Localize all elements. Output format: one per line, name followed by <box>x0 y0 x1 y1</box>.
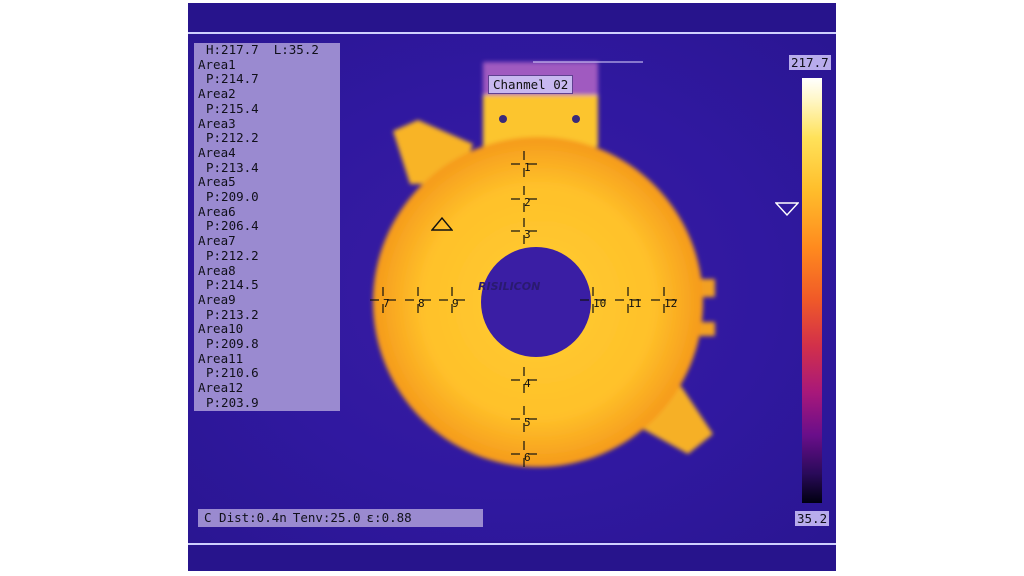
readout-panel: H:217.7 L:35.2 Area1 P:214.7 Area2 P:215… <box>194 42 340 411</box>
area-name: Area4 <box>198 144 236 160</box>
scale-min-label: 35.2 <box>795 511 830 526</box>
area-name: Area10 <box>198 321 244 337</box>
thermal-image-view: Chanmel 02 RISILICON 1 2 3 4 5 6 7 8 9 10 11 12 H:2… <box>188 34 836 541</box>
mount-hole-left <box>499 115 507 123</box>
crosshair-number: 6 <box>524 451 531 464</box>
crosshair-marker: 2 <box>511 186 537 212</box>
area-value: P:214.7 <box>206 71 259 87</box>
distance-readout: C Dist:0.4n <box>204 510 287 525</box>
area-value: P:213.2 <box>206 306 259 322</box>
area-value: P:213.4 <box>206 159 259 175</box>
area-name: Area1 <box>198 56 236 72</box>
crosshair-number: 2 <box>524 196 531 209</box>
crosshair-number: 8 <box>418 297 425 310</box>
crosshair-number: 1 <box>524 161 531 174</box>
core-hole <box>481 247 591 357</box>
area-value: P:210.6 <box>206 365 259 381</box>
area-name: Area11 <box>198 350 244 366</box>
crosshair-number: 5 <box>524 416 531 429</box>
area-name: Area7 <box>198 233 236 249</box>
bottom-border-band <box>188 543 836 571</box>
area-value: P:212.2 <box>206 247 259 263</box>
crosshair-number: 9 <box>452 297 459 310</box>
crosshair-number: 7 <box>383 297 390 310</box>
area-value: P:209.8 <box>206 336 259 352</box>
emissivity-readout: ε:0.88 <box>366 510 412 525</box>
area-name: Area5 <box>198 174 236 190</box>
area-value: P:209.0 <box>206 189 259 205</box>
area-value: P:215.4 <box>206 100 259 116</box>
area-value: P:206.4 <box>206 218 259 234</box>
crosshair-marker: 12 <box>651 287 677 313</box>
crosshair-number: 12 <box>664 297 678 310</box>
area-name: Area6 <box>198 203 236 219</box>
crosshair-marker: 4 <box>511 367 537 393</box>
crosshair-marker: 11 <box>615 287 641 313</box>
crosshair-number: 3 <box>524 228 531 241</box>
crosshair-number: 4 <box>524 377 531 390</box>
area-name: Area9 <box>198 291 236 307</box>
brand-label: RISILICON <box>478 280 541 293</box>
triangle-up-icon <box>431 217 453 231</box>
area-value: P:214.5 <box>206 277 259 293</box>
crosshair-marker: 7 <box>370 287 396 313</box>
scale-max-label: 217.7 <box>789 55 831 70</box>
temperature-colorbar <box>802 78 822 503</box>
area-name: Area2 <box>198 86 236 102</box>
area-name: Area12 <box>198 380 244 396</box>
thermal-camera-frame: Chanmel 02 RISILICON 1 2 3 4 5 6 7 8 9 10 11 12 H:2… <box>188 3 836 571</box>
crosshair-marker: 1 <box>511 151 537 177</box>
status-bar: C Dist:0.4n Tenv:25.0 ε:0.88 <box>198 509 483 527</box>
crosshair-marker: 10 <box>580 287 606 313</box>
crosshair-number: 11 <box>628 297 642 310</box>
crosshair-marker: 3 <box>511 218 537 244</box>
mount-hole-right <box>572 115 580 123</box>
channel-label: Chanmel 02 <box>488 75 574 94</box>
area-name: Area3 <box>198 115 236 131</box>
area-value: P:203.9 <box>206 394 259 410</box>
triangle-down-icon[interactable] <box>775 202 799 216</box>
high-low-readout: H:217.7 L:35.2 <box>206 42 319 57</box>
crosshair-number: 10 <box>593 297 607 310</box>
crosshair-marker: 9 <box>439 287 465 313</box>
crosshair-marker: 5 <box>511 406 537 432</box>
crosshair-marker: 6 <box>511 441 537 467</box>
crosshair-marker: 8 <box>405 287 431 313</box>
area-value: P:212.2 <box>206 130 259 146</box>
ambient-temp-readout: Tenv:25.0 <box>292 510 361 525</box>
area-name: Area8 <box>198 262 236 278</box>
top-border-band <box>188 3 836 34</box>
